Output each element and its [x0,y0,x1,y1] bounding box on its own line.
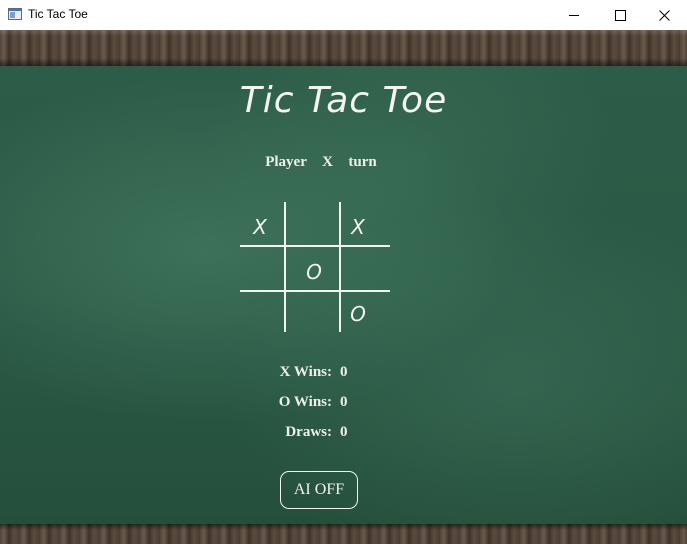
maximize-button[interactable] [597,0,643,30]
board-cell-1-2[interactable] [334,252,382,292]
x-wins-label: X Wins: [279,364,332,380]
board-cell-0-1[interactable] [288,207,336,247]
ai-toggle-button[interactable]: AI OFF [280,471,358,509]
grid-line-vertical-left [284,202,286,332]
draws-value: 0 [340,424,348,440]
app-icon [8,8,22,20]
window-titlebar: Tic Tac Toe [0,0,687,30]
x-wins-value: 0 [340,364,348,380]
board-cell-1-1[interactable]: O [290,252,338,292]
board-cell-2-2[interactable]: O [334,294,382,334]
board-cell-2-0[interactable] [236,294,284,334]
maximize-icon [614,9,626,21]
o-wins-label: O Wins: [278,394,332,410]
minimize-button[interactable] [551,0,597,30]
board-cell-0-0[interactable]: X [236,207,284,247]
board-cell-1-0[interactable] [236,252,284,292]
turn-indicator: Player X turn [265,154,377,170]
wood-frame-bottom [0,524,687,544]
game-title: Tic Tac Toe [239,80,448,121]
wood-frame-top [0,30,687,66]
board-cell-2-1[interactable] [288,294,336,334]
board-cell-0-2[interactable]: X [334,207,382,247]
minimize-icon [568,14,579,16]
draws-label: Draws: [285,424,332,440]
close-button[interactable] [641,0,687,30]
close-icon [658,9,670,21]
o-wins-value: 0 [340,394,348,410]
window-title: Tic Tac Toe [28,7,88,21]
